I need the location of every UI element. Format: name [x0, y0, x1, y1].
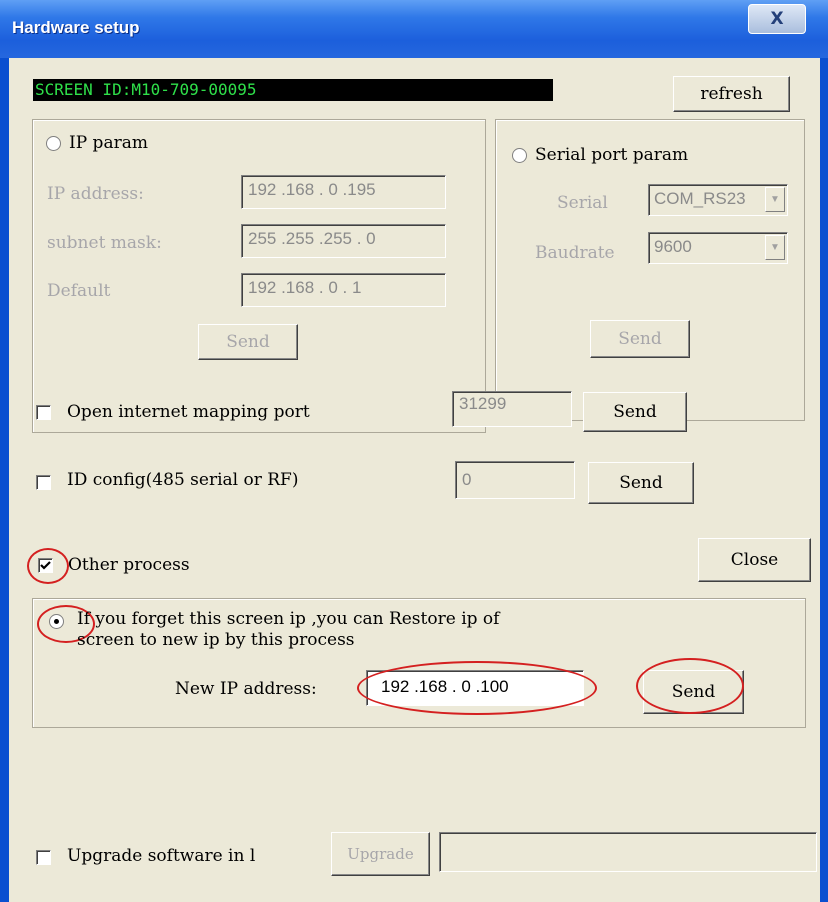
dialog-body: SCREEN ID:M10-709-00095 refresh IP param… [9, 58, 820, 902]
upgrade-label: Upgrade software in l [67, 846, 256, 866]
restore-instructions-line2: screen to new ip by this process [77, 630, 355, 650]
baudrate-select-value: 9600 [654, 237, 692, 256]
title-bar[interactable]: Hardware setup X [0, 0, 828, 58]
serial-param-radio[interactable] [512, 148, 527, 163]
other-process-label: Other process [68, 555, 190, 575]
serial-send-button[interactable]: Send [590, 320, 690, 358]
annotation-ellipse-send [636, 658, 744, 714]
default-gateway-field[interactable]: 192 .168 . 0 . 1 [241, 273, 446, 307]
ip-param-label: IP param [69, 133, 148, 153]
upgrade-checkbox[interactable] [36, 850, 51, 865]
id-config-send-button[interactable]: Send [588, 462, 694, 504]
serial-select-value: COM_RS23 [654, 189, 746, 208]
serial-select[interactable]: COM_RS23 ▼ [648, 184, 788, 216]
window-close-button[interactable]: X [748, 4, 806, 34]
upgrade-button[interactable]: Upgrade [331, 832, 430, 876]
mapping-port-label: Open internet mapping port [67, 402, 310, 422]
new-ip-label: New IP address: [175, 679, 317, 699]
serial-label: Serial [557, 193, 608, 213]
mapping-port-field[interactable]: 31299 [452, 391, 572, 427]
annotation-circle-checkbox [27, 548, 69, 584]
mapping-port-checkbox[interactable] [36, 405, 51, 420]
baudrate-select[interactable]: 9600 ▼ [648, 232, 788, 264]
screen-id-display: SCREEN ID:M10-709-00095 [33, 79, 553, 101]
id-config-label: ID config(485 serial or RF) [67, 470, 299, 490]
subnet-mask-label: subnet mask: [47, 233, 162, 253]
serial-dropdown-arrow-icon[interactable]: ▼ [765, 187, 785, 212]
id-config-checkbox[interactable] [36, 475, 51, 490]
upgrade-path-field[interactable] [439, 832, 817, 872]
baudrate-label: Baudrate [535, 243, 615, 263]
annotation-ellipse-new-ip [357, 661, 597, 715]
refresh-button[interactable]: refresh [673, 76, 790, 112]
serial-param-label: Serial port param [535, 145, 689, 165]
mapping-port-send-button[interactable]: Send [583, 392, 687, 432]
id-config-field[interactable]: 0 [455, 461, 575, 499]
restore-instructions-line1: If you forget this screen ip ,you can Re… [77, 609, 500, 629]
hardware-setup-window: Hardware setup X SCREEN ID:M10-709-00095… [0, 0, 828, 902]
ip-address-field[interactable]: 192 .168 . 0 .195 [241, 175, 446, 209]
ip-param-radio[interactable] [46, 136, 61, 151]
subnet-mask-field[interactable]: 255 .255 .255 . 0 [241, 224, 446, 258]
ip-send-button[interactable]: Send [198, 324, 298, 360]
close-button[interactable]: Close [698, 538, 811, 582]
default-gateway-label: Default [47, 281, 111, 301]
ip-address-label: IP address: [47, 184, 144, 204]
window-title: Hardware setup [12, 18, 140, 37]
baudrate-dropdown-arrow-icon[interactable]: ▼ [765, 235, 785, 260]
